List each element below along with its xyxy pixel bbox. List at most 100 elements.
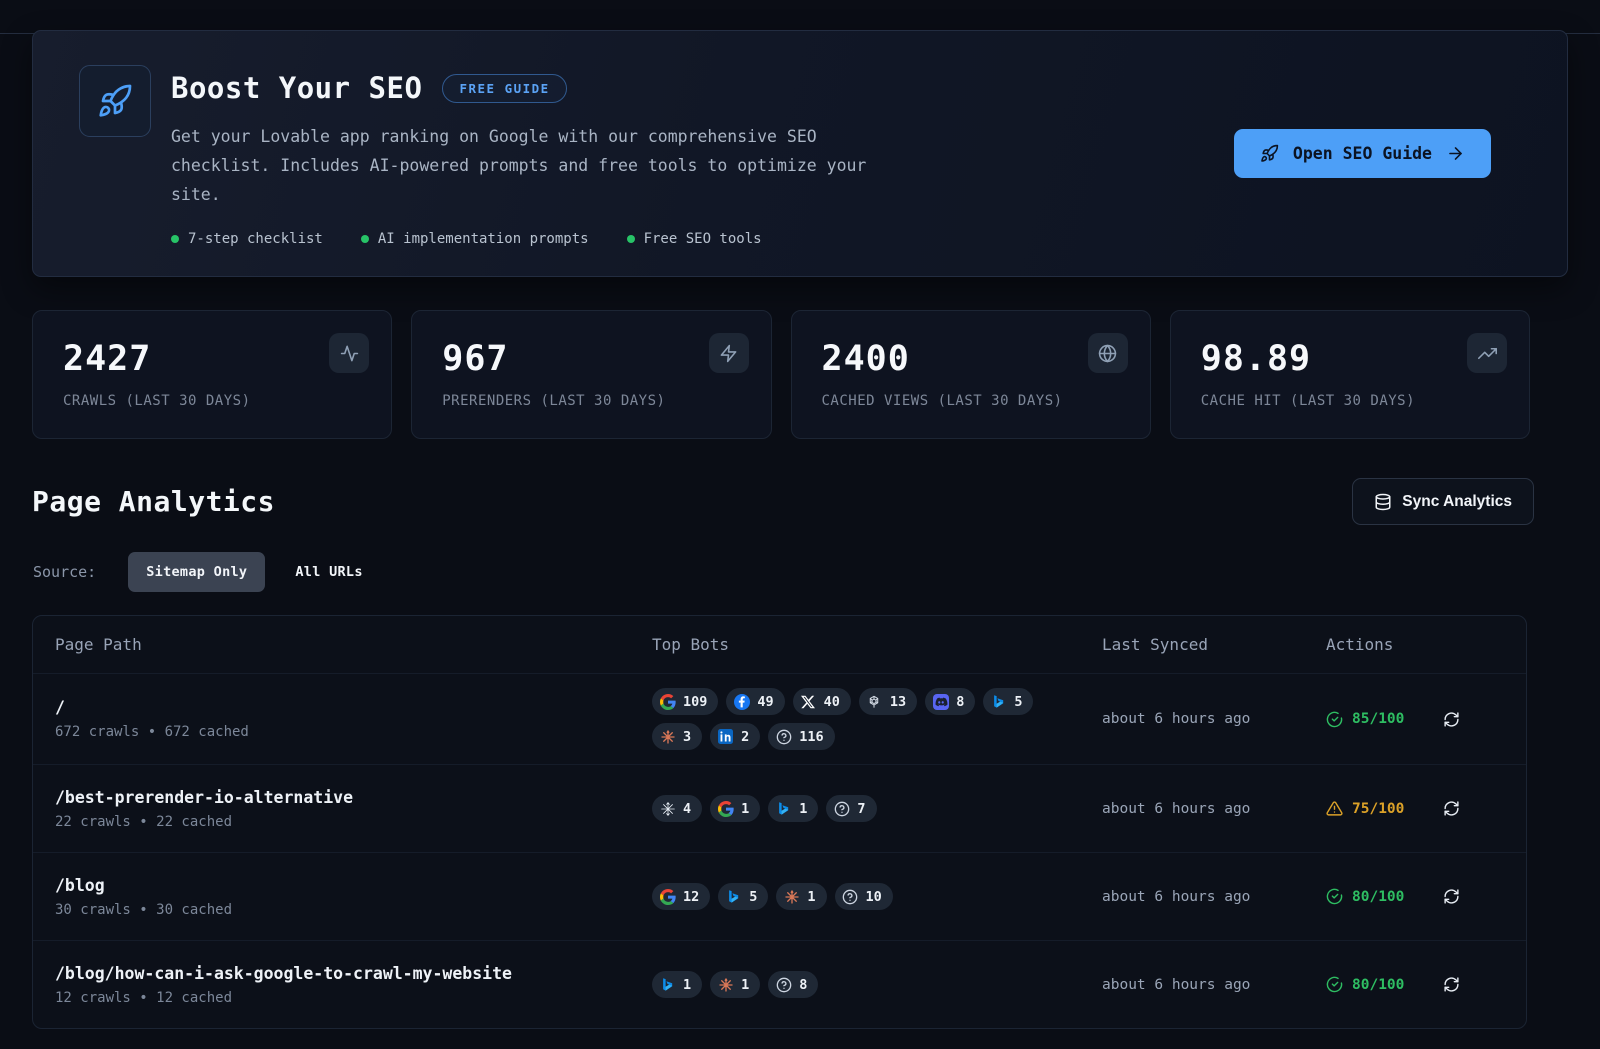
actions-cell: 80/100 <box>1326 974 1504 995</box>
bot-count: 1 <box>741 801 749 817</box>
anthropic-bot-icon <box>659 728 676 745</box>
seo-score: 80/100 <box>1326 976 1404 993</box>
x-bot-icon <box>800 693 817 710</box>
open-seo-guide-button[interactable]: Open SEO Guide <box>1234 129 1491 178</box>
bot-count: 13 <box>890 694 906 710</box>
page-path: /blog <box>55 876 652 895</box>
crawl-stats: 22 crawls • 22 cached <box>55 814 652 830</box>
bot-count: 4 <box>683 801 691 817</box>
top-bots-cell: 1094940138532116 <box>652 674 1052 764</box>
page-path-cell: /blog 30 crawls • 30 cached <box>55 876 652 918</box>
bot-count: 1 <box>683 977 691 993</box>
bot-count: 1 <box>799 801 807 817</box>
stat-card-cache-hit: 98.89 CACHE HIT (LAST 30 DAYS) <box>1170 310 1530 439</box>
green-dot-icon <box>361 235 369 243</box>
discord-bot-icon <box>932 693 949 710</box>
feature-label: 7-step checklist <box>188 231 323 247</box>
crawl-stats: 30 crawls • 30 cached <box>55 902 652 918</box>
bot-count: 5 <box>749 889 757 905</box>
bot-count: 116 <box>799 729 823 745</box>
top-bots-cell: 1 1 8 <box>652 957 1052 1012</box>
sync-analytics-button[interactable]: Sync Analytics <box>1352 478 1534 525</box>
google-bot-icon <box>659 693 676 710</box>
page-path: /best-prerender-io-alternative <box>55 788 652 807</box>
rocket-icon-box <box>79 65 151 137</box>
bot-badge: 40 <box>793 688 851 715</box>
banner-description: Get your Lovable app ranking on Google w… <box>171 122 883 209</box>
actions-cell: 85/100 <box>1326 709 1504 730</box>
seo-score-value: 80/100 <box>1352 977 1404 993</box>
check-circle-icon <box>1326 976 1343 993</box>
seo-score-value: 75/100 <box>1352 801 1404 817</box>
refresh-button[interactable] <box>1441 974 1462 995</box>
feature-label: Free SEO tools <box>644 231 762 247</box>
page-path: /blog/how-can-i-ask-google-to-crawl-my-w… <box>55 964 652 983</box>
page-path-cell: /best-prerender-io-alternative 22 crawls … <box>55 788 652 830</box>
bot-badge: 8 <box>768 971 818 998</box>
seo-banner: Boost Your SEO FREE GUIDE Get your Lovab… <box>32 30 1568 277</box>
source-option-sitemap-only[interactable]: Sitemap Only <box>128 552 265 592</box>
bot-badge: 10 <box>835 883 893 910</box>
stat-card-prerenders: 967 PRERENDERS (LAST 30 DAYS) <box>411 310 771 439</box>
cta-label: Open SEO Guide <box>1293 144 1432 163</box>
refresh-icon <box>1443 888 1460 905</box>
page-path-cell: /672 crawls • 672 cached <box>55 698 652 740</box>
zap-icon <box>709 333 749 373</box>
bot-badge: 5 <box>983 688 1033 715</box>
source-option-all-urls[interactable]: All URLs <box>285 552 372 592</box>
bot-count: 2 <box>741 729 749 745</box>
refresh-button[interactable] <box>1441 798 1462 819</box>
linkedin-bot-icon <box>717 728 734 745</box>
top-bots-cell: 4 1 1 7 <box>652 781 1052 836</box>
seo-score: 85/100 <box>1326 711 1404 728</box>
bing-bot-icon <box>775 800 792 817</box>
bot-badge: 1 <box>710 971 760 998</box>
crawl-stats: 672 crawls • 672 cached <box>55 724 652 740</box>
stat-label: CRAWLS (LAST 30 DAYS) <box>63 393 369 409</box>
seo-score-value: 80/100 <box>1352 889 1404 905</box>
feature-label: AI implementation prompts <box>378 231 589 247</box>
last-synced: about 6 hours ago <box>1102 711 1326 727</box>
table-row: /blog/how-can-i-ask-google-to-crawl-my-w… <box>33 940 1526 1028</box>
bot-count: 3 <box>683 729 691 745</box>
actions-cell: 75/100 <box>1326 798 1504 819</box>
top-bots-cell: 12 5 1 10 <box>652 869 1052 924</box>
bing-bot-icon <box>725 888 742 905</box>
bing-bot-icon <box>990 693 1007 710</box>
feature-item: 7-step checklist <box>171 231 323 247</box>
free-guide-badge: FREE GUIDE <box>442 74 566 103</box>
table-row: /blog30 crawls • 30 cached125110about 6 … <box>33 852 1526 940</box>
bot-count: 7 <box>857 801 865 817</box>
stat-cards: 2427 CRAWLS (LAST 30 DAYS) 967 PRERENDER… <box>32 310 1530 439</box>
bot-count: 8 <box>956 694 964 710</box>
activity-icon <box>329 333 369 373</box>
trending-up-icon <box>1467 333 1507 373</box>
bot-badge: 7 <box>826 795 876 822</box>
check-circle-icon <box>1326 711 1343 728</box>
rocket-icon <box>97 83 133 119</box>
refresh-button[interactable] <box>1441 886 1462 907</box>
bot-count: 1 <box>741 977 749 993</box>
unknown-bot-icon <box>833 800 850 817</box>
bot-badge: 8 <box>925 688 975 715</box>
crawl-stats: 12 crawls • 12 cached <box>55 990 652 1006</box>
stat-label: CACHE HIT (LAST 30 DAYS) <box>1201 393 1507 409</box>
bing-bot-icon <box>659 976 676 993</box>
bot-count: 1 <box>807 889 815 905</box>
stat-card-cached-views: 2400 CACHED VIEWS (LAST 30 DAYS) <box>791 310 1151 439</box>
bot-count: 8 <box>799 977 807 993</box>
refresh-icon <box>1443 976 1460 993</box>
bot-badge: 13 <box>859 688 917 715</box>
bot-badge: 1 <box>652 971 702 998</box>
database-icon <box>1374 493 1392 511</box>
seo-score: 80/100 <box>1326 888 1404 905</box>
source-label: Source: <box>33 563 96 581</box>
bot-badge: 4 <box>652 795 702 822</box>
refresh-button[interactable] <box>1441 709 1462 730</box>
bot-count: 12 <box>683 889 699 905</box>
green-dot-icon <box>171 235 179 243</box>
page-analytics-title: Page Analytics <box>32 485 275 518</box>
feature-item: Free SEO tools <box>627 231 762 247</box>
table-row: /best-prerender-io-alternative 22 crawls … <box>33 764 1526 852</box>
refresh-icon <box>1443 800 1460 817</box>
